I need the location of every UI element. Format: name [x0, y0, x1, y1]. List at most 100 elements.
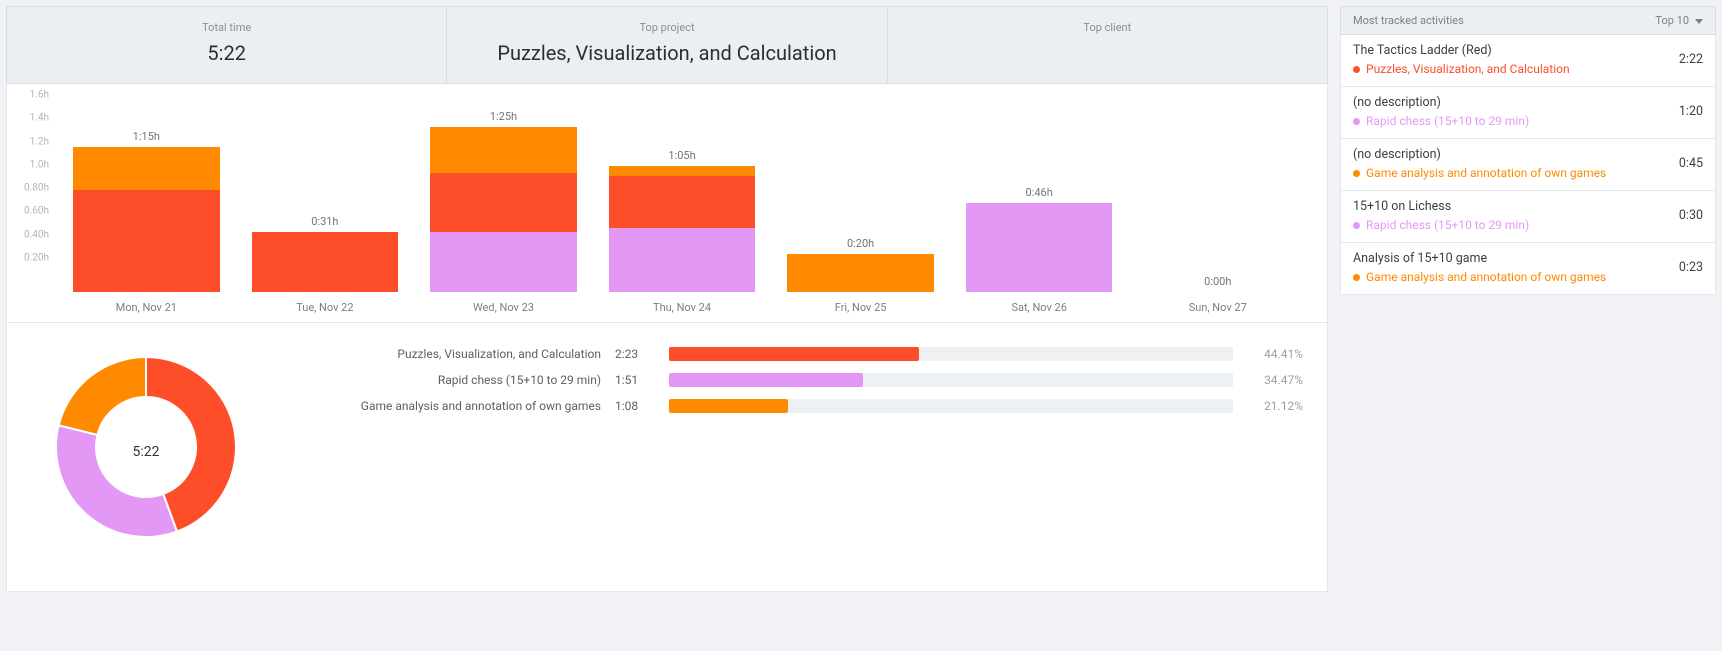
chevron-down-icon [1693, 14, 1703, 27]
summary-total-time-value: 5:22 [15, 41, 438, 65]
activities-filter-label: Top 10 [1655, 14, 1689, 27]
bar-total-label: 1:05h [668, 149, 695, 162]
donut-slice[interactable] [59, 357, 146, 435]
bar-total-label: 1:25h [490, 110, 517, 123]
bar-total-label: 0:00h [1204, 275, 1231, 288]
legend-time: 1:51 [615, 373, 655, 387]
legend-bar-fill [669, 373, 863, 387]
bar-segment [73, 190, 219, 292]
activity-time: 0:30 [1679, 208, 1703, 223]
bar-slot[interactable]: 0:46hSat, Nov 26 [950, 106, 1129, 292]
bar-x-label: Sun, Nov 27 [1128, 301, 1307, 314]
project-color-dot [1353, 118, 1360, 125]
bar-x-label: Sat, Nov 26 [950, 301, 1129, 314]
legend-time: 2:23 [615, 347, 655, 361]
legend-row[interactable]: Game analysis and annotation of own game… [301, 393, 1303, 419]
bar-x-label: Tue, Nov 22 [236, 301, 415, 314]
activity-item[interactable]: (no description) Game analysis and annota… [1340, 139, 1716, 191]
activity-project-name: Game analysis and annotation of own game… [1366, 166, 1606, 180]
activity-item[interactable]: The Tactics Ladder (Red) Puzzles, Visuali… [1340, 35, 1716, 87]
activities-header-label: Most tracked activities [1353, 14, 1464, 27]
legend-bar [669, 373, 1233, 387]
bar-total-label: 0:20h [847, 237, 874, 250]
activity-time: 1:20 [1679, 104, 1703, 119]
bar-segment [430, 127, 576, 174]
bar-total-label: 1:15h [133, 130, 160, 143]
y-axis-tick: 0.20h [24, 252, 49, 263]
activity-item[interactable]: (no description) Rapid chess (15+10 to 29… [1340, 87, 1716, 139]
bar-slot[interactable]: 1:15hMon, Nov 21 [57, 106, 236, 292]
y-axis-tick: 0.80h [24, 183, 49, 194]
activity-item[interactable]: 15+10 on Lichess Rapid chess (15+10 to 29… [1340, 191, 1716, 243]
legend-row[interactable]: Puzzles, Visualization, and Calculation 2… [301, 341, 1303, 367]
activities-filter-select[interactable]: Top 10 [1655, 14, 1703, 27]
activities-panel: Most tracked activities Top 10 The Tacti… [1340, 6, 1716, 592]
legend-name: Puzzles, Visualization, and Calculation [301, 347, 601, 361]
legend-pct: 44.41% [1247, 347, 1303, 361]
y-axis-tick: 0.40h [24, 229, 49, 240]
bar-chart-plot: 1:15hMon, Nov 210:31hTue, Nov 221:25hWed… [57, 106, 1307, 292]
activity-title: The Tactics Ladder (Red) [1353, 43, 1669, 58]
legend-name: Rapid chess (15+10 to 29 min) [301, 373, 601, 387]
y-axis-tick: 0.60h [24, 206, 49, 217]
legend-time: 1:08 [615, 399, 655, 413]
bar-segment [609, 166, 755, 175]
donut-slice[interactable] [56, 425, 177, 537]
summary-total-time: Total time 5:22 [7, 7, 447, 83]
legend-pct: 21.12% [1247, 399, 1303, 413]
bar-segment [73, 147, 219, 190]
activity-title: (no description) [1353, 147, 1669, 162]
bar-segment [609, 176, 755, 228]
bar-slot[interactable]: 1:05hThu, Nov 24 [593, 106, 772, 292]
bar-x-label: Mon, Nov 21 [57, 301, 236, 314]
activity-time: 0:45 [1679, 156, 1703, 171]
summary-row: Total time 5:22 Top project Puzzles, Vis… [6, 6, 1328, 84]
bar-stack [252, 106, 398, 292]
legend-bar-fill [669, 399, 788, 413]
legend-pct: 34.47% [1247, 373, 1303, 387]
bar-segment [966, 203, 1112, 293]
summary-top-project-label: Top project [455, 21, 878, 34]
bar-x-label: Wed, Nov 23 [414, 301, 593, 314]
bar-segment [252, 232, 398, 292]
summary-top-project-value: Puzzles, Visualization, and Calculation [455, 41, 878, 65]
breakdown-legend: Puzzles, Visualization, and Calculation 2… [301, 337, 1303, 419]
legend-bar [669, 347, 1233, 361]
activity-project: Rapid chess (15+10 to 29 min) [1353, 114, 1669, 128]
legend-bar [669, 399, 1233, 413]
summary-total-time-label: Total time [15, 21, 438, 34]
bar-total-label: 0:31h [311, 215, 338, 228]
activity-project: Rapid chess (15+10 to 29 min) [1353, 218, 1669, 232]
project-color-dot [1353, 274, 1360, 281]
bar-stack [966, 106, 1112, 292]
bar-x-label: Thu, Nov 24 [593, 301, 772, 314]
activity-project: Puzzles, Visualization, and Calculation [1353, 62, 1669, 76]
bar-segment [430, 173, 576, 231]
bar-chart-y-axis: 0.20h0.40h0.60h0.80h1.0h1.2h1.4h1.6h [7, 106, 53, 292]
activity-project-name: Game analysis and annotation of own game… [1366, 270, 1606, 284]
activity-title: Analysis of 15+10 game [1353, 251, 1669, 266]
bar-total-label: 0:46h [1026, 186, 1053, 199]
y-axis-tick: 1.4h [30, 113, 49, 124]
project-color-dot [1353, 66, 1360, 73]
activity-title: 15+10 on Lichess [1353, 199, 1669, 214]
bar-slot[interactable]: 0:20hFri, Nov 25 [771, 106, 950, 292]
bar-segment [430, 232, 576, 292]
bar-slot[interactable]: 1:25hWed, Nov 23 [414, 106, 593, 292]
bar-stack [609, 106, 755, 292]
legend-bar-fill [669, 347, 919, 361]
bar-x-label: Fri, Nov 25 [771, 301, 950, 314]
legend-row[interactable]: Rapid chess (15+10 to 29 min) 1:51 34.47% [301, 367, 1303, 393]
project-color-dot [1353, 170, 1360, 177]
activity-title: (no description) [1353, 95, 1669, 110]
summary-top-project: Top project Puzzles, Visualization, and … [447, 7, 887, 83]
bar-slot[interactable]: 0:31hTue, Nov 22 [236, 106, 415, 292]
y-axis-tick: 1.6h [30, 90, 49, 101]
activity-time: 0:23 [1679, 260, 1703, 275]
activity-time: 2:22 [1679, 52, 1703, 67]
y-axis-tick: 1.2h [30, 136, 49, 147]
activity-project: Game analysis and annotation of own game… [1353, 166, 1669, 180]
summary-top-client: Top client [888, 7, 1327, 83]
bar-slot[interactable]: 0:00hSun, Nov 27 [1128, 106, 1307, 292]
activity-item[interactable]: Analysis of 15+10 game Game analysis and … [1340, 243, 1716, 295]
